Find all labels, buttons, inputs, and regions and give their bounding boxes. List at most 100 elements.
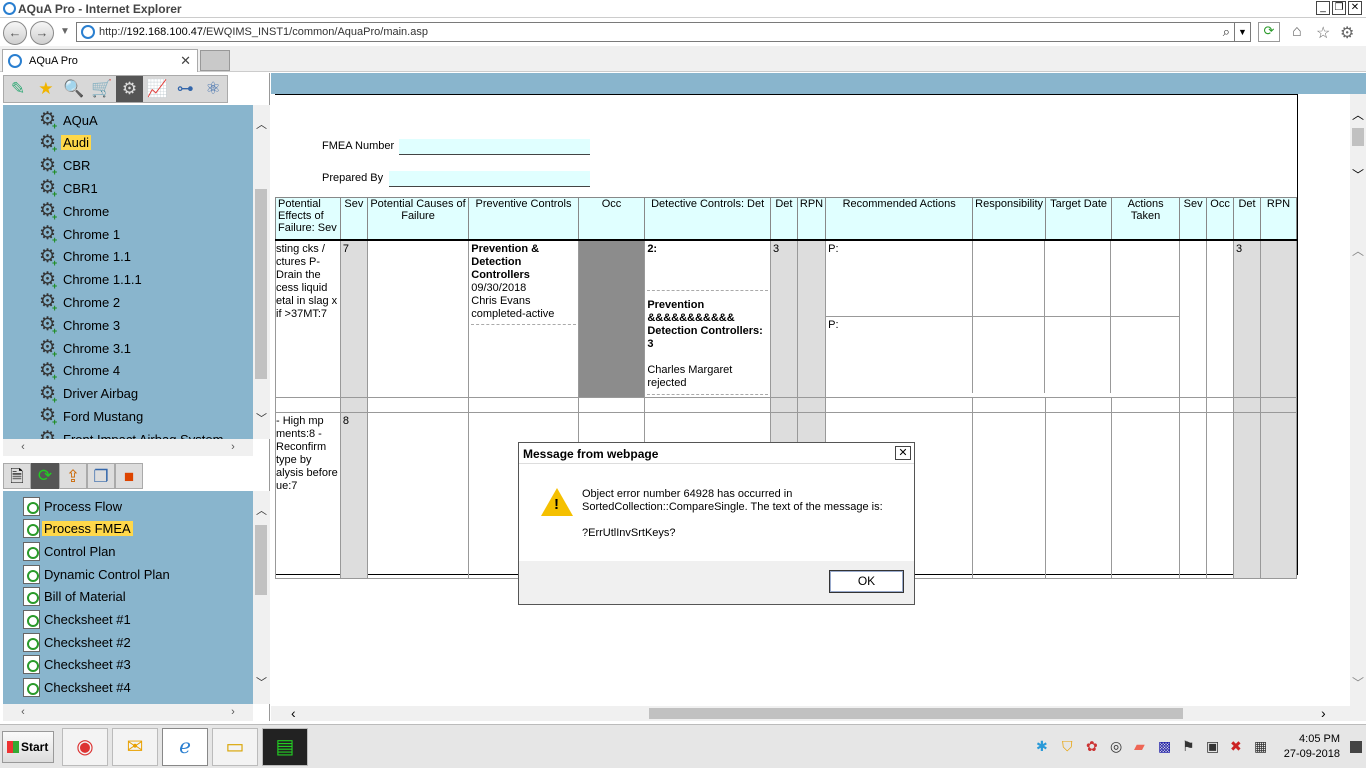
expand-plus-icon[interactable]: +	[52, 235, 57, 245]
search-icon[interactable]: 🔍	[60, 76, 88, 102]
column-header[interactable]: Sev	[339, 197, 368, 241]
close-tab-icon[interactable]: ✕	[180, 53, 191, 69]
tree-item[interactable]: ⚙ + Chrome 1.1	[39, 246, 133, 268]
sev-cell[interactable]: 7	[339, 239, 368, 398]
main-scroll-up-icon-2[interactable]: ︿	[1352, 242, 1364, 259]
main-scroll-thumb[interactable]	[1352, 128, 1364, 146]
home-icon[interactable]: ⌂	[1292, 23, 1302, 41]
tray-security-icon[interactable]: ▩	[1158, 738, 1171, 755]
ok-button[interactable]: OK	[829, 570, 904, 593]
doc-list-item[interactable]: Process Flow	[23, 495, 124, 517]
doc-list-item[interactable]: Checksheet #1	[23, 609, 133, 631]
detective-controls-cell[interactable]: 2: Prevention &&&&&&&&&&& Detection Cont…	[644, 239, 771, 398]
main-scroll-left-icon[interactable]: ‹	[291, 705, 296, 721]
tray-app-icon[interactable]: ✱	[1036, 738, 1048, 755]
main-scroll-down-icon-2[interactable]: ﹀	[1352, 674, 1364, 691]
tray-shield-icon[interactable]: ⛉	[1062, 738, 1073, 755]
main-horizontal-scrollbar[interactable]: ‹ ›	[271, 705, 1366, 721]
column-header[interactable]: Det	[1233, 197, 1261, 241]
expand-plus-icon[interactable]: +	[52, 212, 57, 222]
favorites-icon[interactable]: ★	[32, 76, 60, 102]
tree-item[interactable]: ⚙ + Chrome 1	[39, 223, 122, 246]
ie-taskbar-icon[interactable]: ℯ	[162, 728, 208, 766]
close-window-button[interactable]: ✕	[1348, 1, 1362, 15]
effects-cell-2[interactable]: - High mp ments:8 - Reconfirm type by al…	[275, 411, 341, 579]
edit-icon[interactable]: ✎	[4, 76, 32, 102]
column-header[interactable]: RPN	[796, 197, 827, 241]
dialog-close-button[interactable]: ✕	[895, 446, 911, 460]
tray-network-icon[interactable]: ▣	[1206, 738, 1219, 755]
folder-doc-icon[interactable]: 🗎	[3, 463, 31, 489]
effects-cell[interactable]: sting cks / ctures P- Drain the cess liq…	[275, 239, 341, 398]
column-header[interactable]: Potential Causes of Failure	[366, 197, 470, 241]
rpn-after-cell[interactable]	[1259, 239, 1298, 398]
main-scroll-right-icon[interactable]: ›	[1321, 705, 1326, 721]
network-icon[interactable]: ⚛	[199, 76, 227, 102]
sev-cell-2[interactable]: 8	[339, 411, 368, 579]
expand-plus-icon[interactable]: +	[52, 144, 57, 154]
column-header[interactable]: Sev	[1179, 197, 1208, 241]
windows-icon[interactable]: ❐	[87, 463, 115, 489]
column-header[interactable]: Actions Taken	[1111, 197, 1181, 241]
maximize-button[interactable]: ❐	[1332, 1, 1346, 15]
tree-item[interactable]: ⚙ + Ford Mustang	[39, 405, 145, 428]
tree-item[interactable]: ⚙ + Chrome 1.1.1	[39, 269, 144, 291]
forward-button[interactable]: →	[30, 21, 54, 45]
app-taskbar-icon[interactable]: ▤	[262, 728, 308, 766]
preventive-controls-cell[interactable]: Prevention & Detection Controllers 09/30…	[468, 239, 579, 398]
tree-item[interactable]: ⚙ + Chrome 2	[39, 291, 122, 314]
column-header[interactable]: Occ	[1206, 197, 1235, 241]
rpn-cell[interactable]	[796, 239, 827, 398]
search-icon[interactable]: ⌕	[1223, 24, 1230, 40]
tools-gear-icon[interactable]: ⚙	[1340, 23, 1354, 43]
outlook-taskbar-icon[interactable]: ✉	[112, 728, 158, 766]
main-scroll-down-icon[interactable]: ﹀	[1352, 166, 1364, 183]
scroll-left-icon[interactable]: ‹	[15, 439, 31, 456]
tray-color-icon[interactable]: ✿	[1086, 738, 1098, 755]
new-tab-button[interactable]	[200, 50, 230, 71]
doc-list-item[interactable]: Process FMEA	[23, 518, 133, 540]
tray-update-icon[interactable]: ▰	[1134, 738, 1145, 755]
column-header[interactable]: Potential Effects of Failure: Sev	[275, 197, 341, 241]
tree-item[interactable]: ⚙+Front Impact Airbag System	[39, 428, 225, 439]
tray-monitor-icon[interactable]: ▦	[1254, 738, 1267, 755]
det-after-cell[interactable]: 3	[1233, 239, 1261, 398]
settings-gear-icon[interactable]: ⚙	[115, 76, 144, 102]
tree-item[interactable]: ⚙ + Chrome	[39, 200, 111, 223]
scroll-up-icon[interactable]: ︿	[253, 117, 270, 133]
column-header[interactable]: RPN	[1259, 197, 1298, 241]
recommended-actions-cell[interactable]: P: P:	[825, 239, 1181, 398]
expand-plus-icon[interactable]: +	[52, 372, 57, 382]
doc-horizontal-scrollbar[interactable]: ‹ ›	[3, 704, 253, 721]
expand-plus-icon[interactable]: +	[52, 303, 57, 313]
scroll-thumb[interactable]	[255, 189, 267, 379]
tree-item[interactable]: ⚙ + Chrome 3.1	[39, 337, 133, 360]
history-dropdown-icon[interactable]: ▼	[60, 26, 70, 37]
address-url[interactable]: http://192.168.100.47/EWQIMS_INST1/commo…	[99, 26, 428, 38]
doc-vertical-scrollbar[interactable]: ︿ ﹀	[253, 491, 270, 704]
tree-item[interactable]: ⚙ + CBR	[39, 155, 92, 177]
refresh-icon[interactable]: ⟳	[1258, 22, 1280, 42]
tree-horizontal-scrollbar[interactable]: ‹ ›	[3, 439, 253, 456]
shapes-icon[interactable]: ■	[115, 463, 143, 489]
tree-item[interactable]: ⚙ + CBR1	[39, 177, 100, 200]
chart-icon[interactable]: 📈	[143, 76, 171, 102]
scroll-right-icon[interactable]: ›	[225, 439, 241, 456]
causes-cell[interactable]	[366, 239, 470, 398]
doc-list-item[interactable]: Checksheet #4	[23, 677, 133, 699]
tree-item[interactable]: ⚙ + Driver Airbag	[39, 383, 140, 405]
occ-cell[interactable]	[577, 239, 646, 398]
tree-item[interactable]: ⚙ + Chrome 3	[39, 314, 122, 337]
minimize-button[interactable]: _	[1316, 1, 1330, 15]
column-header[interactable]: Responsibility	[972, 197, 1047, 241]
tree-item[interactable]: ⚙ + Audi	[39, 132, 92, 154]
clock[interactable]: 4:05 PM 27-09-2018	[1284, 732, 1340, 762]
doc-list-item[interactable]: Control Plan	[23, 540, 118, 562]
doc-scroll-down-icon[interactable]: ﹀	[253, 675, 270, 691]
column-header[interactable]: Det	[769, 197, 798, 241]
main-hscroll-thumb[interactable]	[649, 708, 1183, 719]
export-icon[interactable]: ⇪	[59, 463, 87, 489]
doc-scroll-right-icon[interactable]: ›	[225, 704, 241, 721]
occ-after-cell[interactable]	[1206, 239, 1235, 398]
address-bar[interactable]: http://192.168.100.47/EWQIMS_INST1/commo…	[76, 22, 1251, 42]
